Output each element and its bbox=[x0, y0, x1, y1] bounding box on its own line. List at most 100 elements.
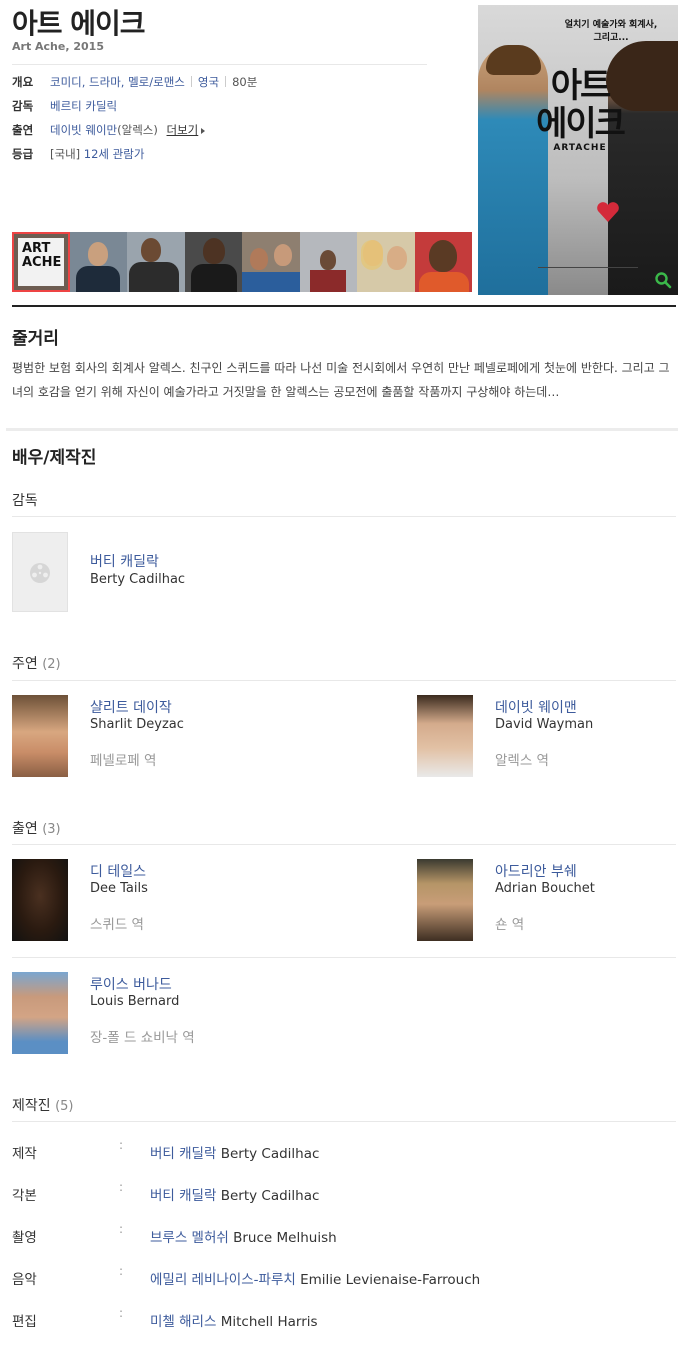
info-overview: 개요 코미디, 드라마, 멜로/로맨스 영국 80분 bbox=[12, 74, 257, 90]
director-name-en: Berty Cadilhac bbox=[90, 572, 186, 587]
heart-icon bbox=[597, 202, 619, 222]
section-divider bbox=[6, 428, 678, 431]
crew-name-en: Bruce Melhuish bbox=[233, 1230, 337, 1246]
divider bbox=[12, 957, 676, 958]
poster-tagline: 얼치기 예술가와 회계사, 그리고... bbox=[556, 19, 666, 45]
crew-name-link[interactable]: 버티 캐딜락 bbox=[150, 1146, 216, 1162]
support-section-heading: 출연 (3) bbox=[12, 818, 61, 838]
crew-name-en: Emilie Levienaise-Farrouch bbox=[300, 1272, 481, 1288]
section-count: (2) bbox=[42, 657, 61, 672]
info-label: 감독 bbox=[12, 99, 34, 113]
crew-section-heading: 제작진 (5) bbox=[12, 1095, 74, 1115]
crew-job: 편집 bbox=[12, 1314, 37, 1330]
lead-section-heading: 주연 (2) bbox=[12, 653, 61, 673]
still-thumbnail[interactable] bbox=[184, 232, 242, 292]
divider bbox=[12, 844, 676, 845]
director-link[interactable]: 베르티 카딜릭 bbox=[50, 99, 117, 113]
search-icon[interactable] bbox=[654, 271, 672, 289]
section-label: 제작진 bbox=[12, 1098, 51, 1114]
still-thumbnail[interactable]: ART ACHE bbox=[12, 232, 70, 292]
divider bbox=[12, 680, 676, 681]
country-link[interactable]: 영국 bbox=[198, 75, 219, 89]
info-cast: 출연 데이빗 웨이만(알렉스) 더보기 bbox=[12, 122, 206, 138]
synopsis-heading: 줄거리 bbox=[12, 329, 59, 349]
divider bbox=[12, 1121, 676, 1122]
crew-colon: : bbox=[119, 1138, 124, 1152]
crew-row: 촬영 : 브루스 멜허쉬 Bruce Melhuish bbox=[12, 1222, 672, 1246]
section-label: 감독 bbox=[12, 493, 38, 509]
section-count: (3) bbox=[42, 822, 61, 837]
cast-role: 페넬로페 역 bbox=[90, 753, 157, 769]
crew-row: 편집 : 미첼 해리스 Mitchell Harris bbox=[12, 1306, 672, 1330]
still-thumbnail[interactable] bbox=[242, 232, 300, 292]
cast-role: 장-폴 드 쇼비낙 역 bbox=[90, 1030, 195, 1046]
cast-card: 데이빗 웨이맨 David Wayman 알렉스 역 bbox=[417, 695, 677, 777]
synopsis-text: 평범한 보험 회사의 회계사 알렉스. 친구인 스퀴드를 따라 나선 미술 전시… bbox=[12, 361, 670, 399]
rating-region: [국내] bbox=[50, 147, 81, 161]
more-link[interactable]: 더보기 bbox=[167, 123, 199, 137]
cast-name-en: Sharlit Deyzac bbox=[90, 717, 184, 732]
crew-name-link[interactable]: 버티 캐딜락 bbox=[150, 1188, 216, 1204]
poster-title-line: 아트 bbox=[550, 66, 612, 106]
cast-name-link[interactable]: 데이빗 웨이맨 bbox=[495, 697, 577, 717]
divider bbox=[12, 516, 676, 517]
divider bbox=[225, 76, 227, 87]
director-section-heading: 감독 bbox=[12, 490, 38, 510]
cast-card: 아드리안 부쉐 Adrian Bouchet 숀 역 bbox=[417, 859, 677, 941]
section-divider bbox=[12, 305, 676, 307]
cast-name-en: David Wayman bbox=[495, 717, 594, 732]
crew-job: 각본 bbox=[12, 1188, 37, 1204]
poster-tagline-line: 얼치기 예술가와 회계사, bbox=[564, 20, 658, 30]
divider bbox=[190, 76, 192, 87]
cast-card: 디 테일스 Dee Tails 스퀴드 역 bbox=[12, 859, 312, 941]
crew-job: 음악 bbox=[12, 1272, 37, 1288]
crew-row: 각본 : 버티 캐딜락 Berty Cadilhac bbox=[12, 1180, 672, 1204]
still-thumbnail[interactable] bbox=[414, 232, 472, 292]
poster-credits bbox=[538, 267, 638, 287]
movie-poster[interactable]: 얼치기 예술가와 회계사, 그리고... 아트 에이크 ARTACHE bbox=[478, 5, 678, 295]
still-thumbnail[interactable] bbox=[127, 232, 185, 292]
crew-row: 음악 : 에밀리 레비나이스-파루치 Emilie Levienaise-Far… bbox=[12, 1264, 672, 1288]
cast-name-link[interactable]: 샬리트 데이작 bbox=[90, 697, 172, 717]
cast-card: 샬리트 데이작 Sharlit Deyzac 페넬로페 역 bbox=[12, 695, 312, 777]
avatar[interactable] bbox=[12, 859, 68, 941]
movie-title: 아트 에이크 bbox=[12, 7, 146, 40]
genre-link[interactable]: 코미디, 드라마, 멜로/로맨스 bbox=[50, 75, 185, 89]
crew-name-link[interactable]: 미첼 해리스 bbox=[150, 1314, 216, 1330]
avatar[interactable] bbox=[12, 532, 68, 612]
chevron-right-icon bbox=[201, 128, 206, 134]
section-label: 출연 bbox=[12, 821, 38, 837]
still-thumbnail[interactable] bbox=[299, 232, 357, 292]
avatar[interactable] bbox=[417, 859, 473, 941]
crew-row: 제작 : 버티 캐딜락 Berty Cadilhac bbox=[12, 1138, 672, 1162]
avatar[interactable] bbox=[12, 695, 68, 777]
cast-name-link[interactable]: 디 테일스 bbox=[90, 861, 146, 881]
cast-name-link[interactable]: 루이스 버나드 bbox=[90, 974, 172, 994]
crew-name-link[interactable]: 에밀리 레비나이스-파루치 bbox=[150, 1272, 296, 1288]
section-label: 주연 bbox=[12, 656, 38, 672]
still-thumbnail[interactable] bbox=[69, 232, 127, 292]
runtime: 80분 bbox=[232, 75, 258, 89]
rating-link[interactable]: 12세 관람가 bbox=[84, 147, 145, 161]
divider bbox=[12, 64, 427, 65]
cast-role: 알렉스 역 bbox=[495, 753, 549, 769]
avatar[interactable] bbox=[12, 972, 68, 1054]
film-reel-icon bbox=[30, 563, 50, 583]
crew-name-en: Berty Cadilhac bbox=[220, 1188, 320, 1204]
cast-name-en: Louis Bernard bbox=[90, 994, 180, 1009]
info-label: 등급 bbox=[12, 147, 34, 161]
cast-role: 스퀴드 역 bbox=[90, 917, 144, 933]
cast-card: 루이스 버나드 Louis Bernard 장-폴 드 쇼비낙 역 bbox=[12, 972, 312, 1054]
movie-subtitle: Art Ache, 2015 bbox=[12, 40, 104, 53]
poster-title: 아트 에이크 bbox=[530, 67, 630, 143]
cast-name-en: Adrian Bouchet bbox=[495, 881, 595, 896]
crew-colon: : bbox=[119, 1180, 124, 1194]
avatar[interactable] bbox=[417, 695, 473, 777]
cast-name-link[interactable]: 아드리안 부쉐 bbox=[495, 861, 577, 881]
cast-link[interactable]: 데이빗 웨이만 bbox=[50, 123, 117, 137]
crew-name-link[interactable]: 브루스 멜허쉬 bbox=[150, 1230, 229, 1246]
cast-name-en: Dee Tails bbox=[90, 881, 148, 896]
still-thumbnail[interactable] bbox=[357, 232, 415, 292]
crew-job: 촬영 bbox=[12, 1230, 37, 1246]
director-name-link[interactable]: 버티 캐딜락 bbox=[90, 551, 159, 571]
